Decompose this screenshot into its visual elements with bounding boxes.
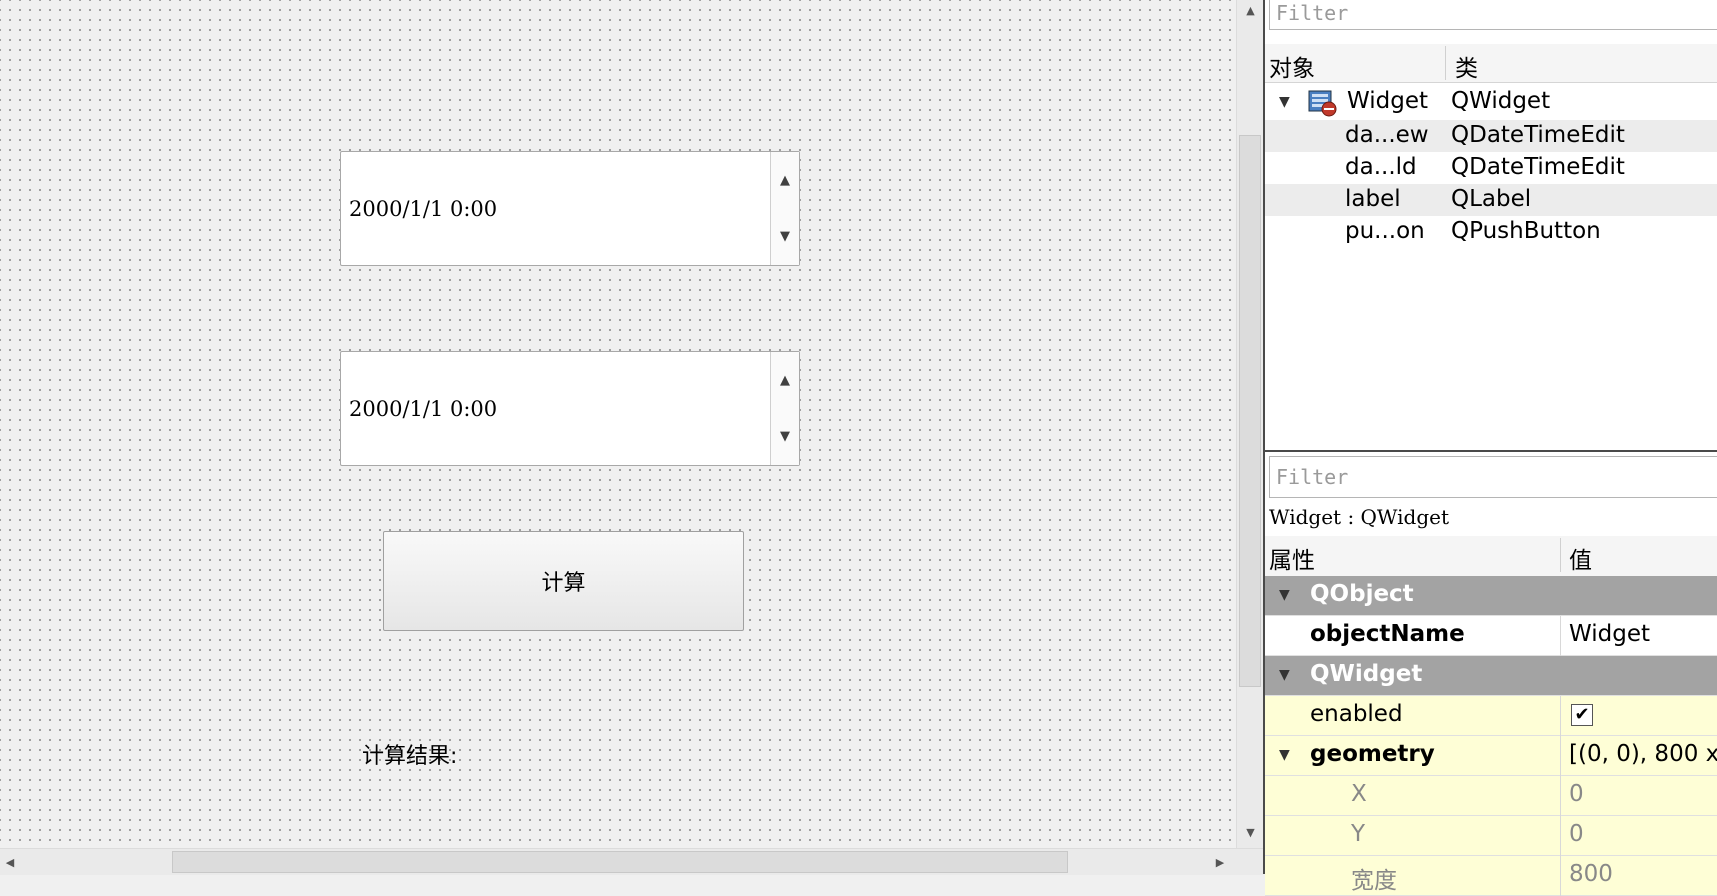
expand-arrow-icon[interactable]: ▼	[1279, 94, 1290, 110]
value-divider	[1560, 696, 1561, 736]
datetime-edit-value: 2000/1/1 0:00	[349, 197, 498, 221]
tree-row-name: da...ew	[1345, 122, 1429, 148]
value-divider	[1560, 856, 1561, 896]
spin-down-arrow-icon[interactable]: ▼	[771, 408, 799, 464]
tree-row-name: pu...on	[1345, 218, 1425, 244]
column-header-object[interactable]: 对象	[1269, 49, 1315, 83]
property-editor: Widget : QWidget 属性 值 ▼ QObject objectNa…	[1263, 452, 1717, 896]
property-value[interactable]: 0	[1569, 821, 1584, 847]
spinbox-buttons: ▲ ▼	[770, 352, 799, 465]
object-filter-input[interactable]	[1270, 0, 1717, 29]
property-group-qobject[interactable]: ▼ QObject	[1265, 576, 1717, 616]
tree-row-dateedit-new[interactable]: da...ew QDateTimeEdit	[1265, 120, 1717, 152]
spin-down-arrow-icon[interactable]: ▼	[771, 208, 799, 264]
tree-row-class: QWidget	[1451, 88, 1551, 114]
property-group-qwidget[interactable]: ▼ QWidget	[1265, 656, 1717, 696]
column-header-property[interactable]: 属性	[1269, 541, 1315, 575]
property-filter-field[interactable]	[1269, 456, 1717, 498]
object-inspector-header: 对象 类	[1265, 44, 1717, 83]
value-divider	[1560, 736, 1561, 776]
property-value[interactable]: [(0, 0), 800 x	[1569, 741, 1717, 767]
scroll-down-arrow-icon[interactable]: ▼	[1237, 822, 1264, 842]
value-divider	[1560, 776, 1561, 816]
property-name: geometry	[1310, 741, 1435, 767]
property-row-y[interactable]: Y 0	[1265, 816, 1717, 856]
column-header-class[interactable]: 类	[1455, 49, 1478, 83]
property-value[interactable]: 0	[1569, 781, 1584, 807]
value-divider	[1560, 816, 1561, 856]
property-value[interactable]: 800	[1569, 861, 1613, 887]
tree-row-class: QLabel	[1451, 186, 1532, 212]
tree-row-name: Widget	[1347, 88, 1428, 114]
scrollbar-thumb[interactable]	[172, 851, 1068, 873]
value-divider	[1560, 616, 1561, 656]
expand-arrow-icon[interactable]: ▼	[1279, 587, 1290, 603]
column-divider[interactable]	[1560, 538, 1561, 572]
calculate-button[interactable]: 计算	[383, 531, 744, 631]
property-row-x[interactable]: X 0	[1265, 776, 1717, 816]
canvas-vertical-scrollbar[interactable]: ▲ ▼	[1236, 0, 1264, 848]
datetime-edit-value: 2000/1/1 0:00	[349, 397, 498, 421]
scroll-right-arrow-icon[interactable]: ▶	[1210, 849, 1230, 875]
property-name: enabled	[1310, 701, 1403, 727]
spin-up-arrow-icon[interactable]: ▲	[771, 152, 799, 208]
property-value[interactable]: Widget	[1569, 621, 1650, 647]
tree-row-name: da...ld	[1345, 154, 1417, 180]
expand-arrow-icon[interactable]: ▼	[1279, 667, 1290, 683]
tree-row-pushbutton[interactable]: pu...on QPushButton	[1265, 216, 1717, 248]
datetime-edit-1[interactable]: 2000/1/1 0:00 ▲ ▼	[340, 151, 800, 266]
property-name: X	[1351, 781, 1367, 807]
tree-row-class: QPushButton	[1451, 218, 1601, 244]
scroll-up-arrow-icon[interactable]: ▲	[1237, 0, 1264, 20]
property-editor-title: Widget : QWidget	[1269, 505, 1450, 529]
tree-row-class: QDateTimeEdit	[1451, 122, 1625, 148]
column-divider[interactable]	[1445, 46, 1446, 80]
expand-arrow-icon[interactable]: ▼	[1279, 747, 1290, 763]
column-header-value[interactable]: 值	[1569, 541, 1592, 575]
property-row-geometry[interactable]: ▼ geometry [(0, 0), 800 x	[1265, 736, 1717, 776]
tree-row-widget[interactable]: ▼ Widget QWidget	[1265, 86, 1717, 118]
property-filter-input[interactable]	[1270, 457, 1717, 497]
tree-row-class: QDateTimeEdit	[1451, 154, 1625, 180]
property-row-enabled[interactable]: enabled ✔	[1265, 696, 1717, 736]
enabled-checkbox[interactable]: ✔	[1571, 704, 1593, 726]
property-name: objectName	[1310, 621, 1465, 647]
canvas-horizontal-scrollbar[interactable]: ◀ ▶	[0, 848, 1263, 875]
spin-up-arrow-icon[interactable]: ▲	[771, 352, 799, 408]
scroll-left-arrow-icon[interactable]: ◀	[0, 849, 20, 875]
widget-object-icon	[1308, 90, 1337, 117]
datetime-edit-2[interactable]: 2000/1/1 0:00 ▲ ▼	[340, 351, 800, 466]
property-group-label: QWidget	[1310, 661, 1423, 687]
tree-row-dateedit-old[interactable]: da...ld QDateTimeEdit	[1265, 152, 1717, 184]
form-canvas[interactable]: 2000/1/1 0:00 ▲ ▼ 2000/1/1 0:00 ▲ ▼ 计算 计…	[0, 0, 1236, 848]
tree-row-name: label	[1345, 186, 1401, 212]
object-filter-field[interactable]	[1269, 0, 1717, 30]
property-editor-header: 属性 值	[1265, 536, 1717, 577]
tree-row-label[interactable]: label QLabel	[1265, 184, 1717, 216]
property-row-objectname[interactable]: objectName Widget	[1265, 616, 1717, 656]
spinbox-buttons: ▲ ▼	[770, 152, 799, 265]
property-name: 宽度	[1351, 868, 1397, 894]
object-inspector: 对象 类 ▼ Widget QWidget da...ew QDateTimeE…	[1263, 0, 1717, 452]
scrollbar-thumb[interactable]	[1239, 135, 1261, 687]
result-label[interactable]: 计算结果:	[362, 738, 457, 770]
property-name: Y	[1351, 821, 1366, 847]
property-group-label: QObject	[1310, 581, 1414, 607]
property-row-width[interactable]: 宽度 800	[1265, 856, 1717, 896]
